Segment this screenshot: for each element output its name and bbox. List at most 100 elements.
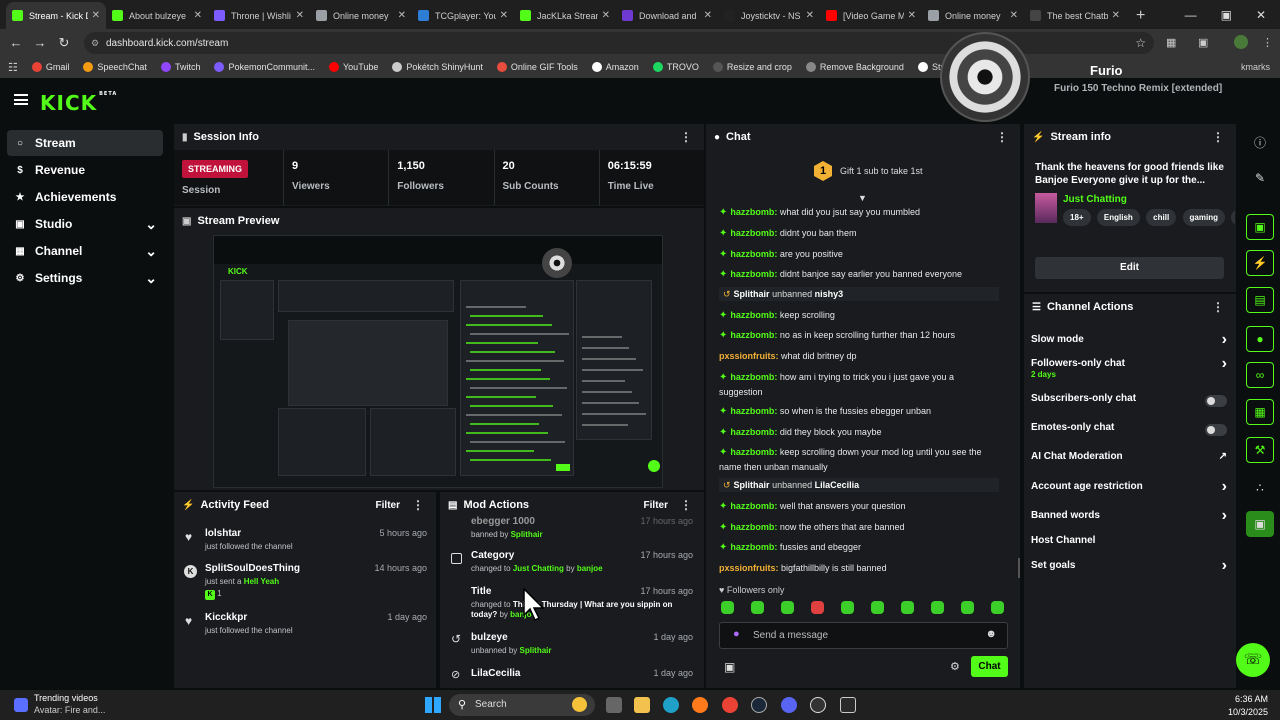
channel-action-subscribers-only-chat[interactable]: Subscribers-only chat [1031,393,1227,411]
browser-tab[interactable]: Download and ✕ [616,2,718,29]
browser-tab[interactable]: About bulzeye ✕ [106,2,208,29]
windows-start-icon[interactable] [425,697,441,713]
support-icon[interactable]: ☏ [1236,643,1270,677]
emote-icon[interactable] [811,601,824,614]
bookmark-item[interactable]: Resize and crop [712,62,792,72]
emote-icon[interactable] [841,601,854,614]
camera-icon[interactable]: ▣ [1246,214,1274,240]
bookmark-item[interactable]: SpeechChat [83,62,147,72]
microphone-icon[interactable]: ● [733,628,740,640]
bookmark-item[interactable]: Pokétch ShinyHunt [392,62,483,72]
tab-close-icon[interactable]: ✕ [806,10,814,21]
chrome-icon[interactable] [722,697,738,713]
plugin-icon[interactable]: ▣ [1246,511,1274,537]
chat-username[interactable]: hazzbomb [730,542,774,552]
scroll-down-icon[interactable]: ▼ [858,193,867,203]
edit-button[interactable]: Edit [1035,257,1224,279]
maximize-icon[interactable]: ▣ [1221,8,1232,22]
channel-action-set-goals[interactable]: Set goals › [1031,557,1227,578]
chat-kebab-icon[interactable]: ⋮ [996,130,1008,144]
bookmark-item[interactable]: YouTube [329,62,378,72]
bookmark-item[interactable]: Remove Background [805,62,904,72]
obs-icon[interactable] [810,697,826,713]
chat-username[interactable]: hazzbomb [730,447,774,457]
tab-close-icon[interactable]: ✕ [500,10,508,21]
browser-tab[interactable]: JacKLka Stream ✕ [514,2,616,29]
mod-filter-button[interactable]: Filter [644,500,668,511]
browser-tab[interactable]: [Video Game M ✕ [820,2,922,29]
browser-tab[interactable]: Online money ✕ [310,2,412,29]
emote-icon[interactable] [961,601,974,614]
channel-action-emotes-only-chat[interactable]: Emotes-only chat [1031,422,1227,440]
chat-scrollbar[interactable] [1018,558,1020,578]
stream-info-kebab-icon[interactable]: ⋮ [1212,130,1224,144]
channel-action-ai-chat-moderation[interactable]: AI Chat Moderation ↗ [1031,451,1227,469]
minimize-icon[interactable]: — [1185,8,1197,22]
chat-input[interactable]: ● Send a message ☻ [719,622,1008,649]
channel-action-host-channel[interactable]: Host Channel [1031,535,1227,553]
document-icon[interactable]: ▤ [1246,287,1274,313]
toggle-switch[interactable] [1205,424,1227,436]
emoji-icon[interactable]: ☻ [985,628,997,640]
channel-action-followers-only-chat[interactable]: Followers-only chat 2 days › [1031,355,1227,379]
tag[interactable]: 18+ [1063,209,1091,226]
channel-action-banned-words[interactable]: Banned words › [1031,507,1227,528]
reload-icon[interactable]: ↻ [52,35,76,51]
kick-logo[interactable]: KICK BETA [40,91,117,115]
tab-close-icon[interactable]: ✕ [92,10,100,21]
layout-icon[interactable]: ▦ [1246,399,1274,425]
site-info-icon[interactable]: ⚙ [91,38,99,49]
bookmark-item[interactable]: Twitch [160,62,200,72]
dots-icon[interactable]: ∴ [1246,475,1274,501]
chat-icon[interactable]: ● [1246,326,1274,352]
emote-icon[interactable] [901,601,914,614]
sidebar-item-studio[interactable]: ▣ Studio ⌄ [7,211,163,237]
activity-kebab-icon[interactable]: ⋮ [412,498,424,512]
browser-tab[interactable]: Joysticktv - NS ✕ [718,2,820,29]
toggle-switch[interactable] [1205,395,1227,407]
sidebar-item-stream[interactable]: ○ Stream [7,130,163,156]
bookmark-item[interactable]: PokemonCommunit... [214,62,315,72]
bookmark-item[interactable]: Online GIF Tools [496,62,578,72]
chat-username[interactable]: hazzbomb [730,406,774,416]
chat-username[interactable]: hazzbomb [730,522,774,532]
back-icon[interactable]: ← [4,35,28,50]
mod-kebab-icon[interactable]: ⋮ [680,498,692,512]
hamburger-menu-icon[interactable] [14,94,28,105]
sidebar-item-revenue[interactable]: $ Revenue [7,157,163,183]
news-widget[interactable]: Trending videos Avatar: Fire and... [14,693,105,715]
emote-icon[interactable] [931,601,944,614]
session-kebab-icon[interactable]: ⋮ [680,130,692,144]
chat-username[interactable]: pxssionfruits [719,351,776,361]
broadcast-icon[interactable]: ∞ [1246,362,1274,388]
emote-icon[interactable] [721,601,734,614]
discord-icon[interactable] [781,697,797,713]
channel-action-account-age-restriction[interactable]: Account age restriction › [1031,478,1227,499]
browser-tab[interactable]: The best Chatb ✕ [1024,2,1126,29]
chat-username[interactable]: hazzbomb [730,372,774,382]
chat-username[interactable]: hazzbomb [730,310,774,320]
gift-sub-banner[interactable]: 1 Gift 1 sub to take 1st [706,152,1020,192]
tab-close-icon[interactable]: ✕ [602,10,610,21]
sidebar-item-achievements[interactable]: ★ Achievements [7,184,163,210]
tab-close-icon[interactable]: ✕ [194,10,202,21]
bookmark-item[interactable]: Gmail [31,62,69,72]
chat-username[interactable]: hazzbomb [730,249,774,259]
emote-icon[interactable] [781,601,794,614]
tab-close-icon[interactable]: ✕ [908,10,916,21]
chat-username[interactable]: pxssionfruits [719,563,776,573]
close-icon[interactable]: ✕ [1256,8,1266,22]
channel-action-slow-mode[interactable]: Slow mode › [1031,331,1227,352]
browser-tab[interactable]: Stream - Kick D ✕ [6,2,106,29]
epic-games-icon[interactable] [840,697,856,713]
taskbar-search[interactable]: ⚲ Search [449,694,595,716]
emote-icon[interactable] [871,601,884,614]
chat-username[interactable]: hazzbomb [730,269,774,279]
chat-username[interactable]: hazzbomb [730,501,774,511]
stream-preview-video[interactable]: KICK [213,235,663,488]
browser-tab[interactable]: Throne | Wishli ✕ [208,2,310,29]
tab-close-icon[interactable]: ✕ [296,10,304,21]
chat-username[interactable]: hazzbomb [730,330,774,340]
chat-username[interactable]: hazzbomb [730,228,774,238]
bolt-icon[interactable]: ⚡ [1246,250,1274,276]
